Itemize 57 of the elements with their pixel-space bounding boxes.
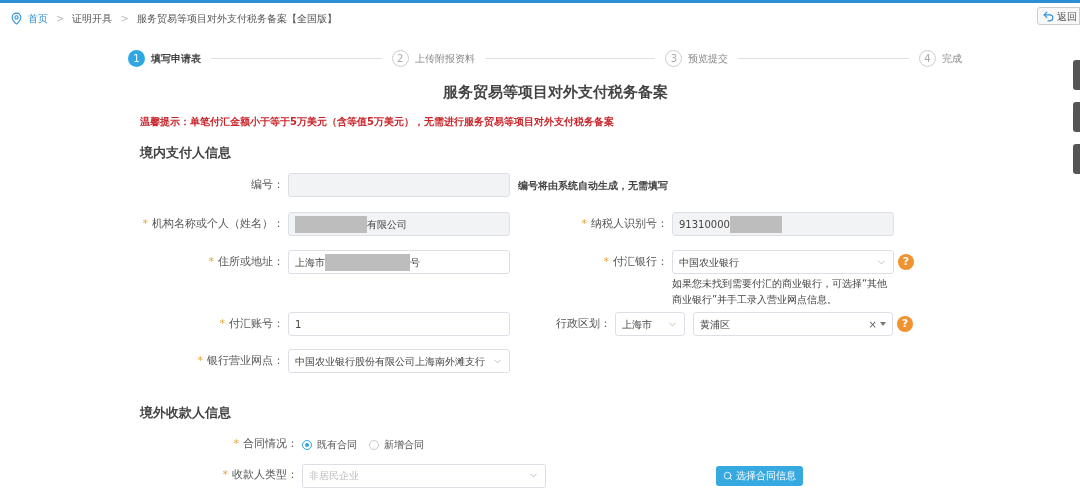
label-text: 机构名称或个人（姓名）： <box>152 216 284 230</box>
required-mark: * <box>222 468 228 482</box>
required-mark: * <box>603 254 609 268</box>
label-text: 付汇账号： <box>229 316 284 330</box>
field-value: 有限公司 <box>367 217 407 232</box>
step-label: 完成 <box>942 52 962 66</box>
radio-option[interactable]: 既有合同 <box>302 437 357 452</box>
step-label: 填写申请表 <box>151 52 201 66</box>
required-mark: * <box>208 254 214 268</box>
city-select[interactable]: 上海市 <box>615 312 685 336</box>
label-text: 收款人类型： <box>232 468 298 482</box>
bank-hint: 如果您未找到需要付汇的商业银行，可选择“其他商业银行”并手工录入营业网点信息。 <box>672 277 889 307</box>
field-value: 91310000 <box>679 217 730 232</box>
page-title: 服务贸易等项目对外支付税务备案 <box>441 82 669 103</box>
redaction-block <box>295 215 367 233</box>
side-tab[interactable] <box>1073 102 1080 132</box>
required-mark: * <box>142 216 148 230</box>
warning-text: 温馨提示：单笔付汇金额小于等于5万美元（含等值5万美元），无需进行服务贸易等项目对外支付税务备案 <box>140 114 614 129</box>
separator: > <box>120 11 129 26</box>
step-label: 预览提交 <box>688 52 729 66</box>
back-button[interactable]: 返回 <box>1037 7 1080 25</box>
label-text: 合同情况： <box>243 437 298 451</box>
step-number: 1 <box>128 50 145 67</box>
search-icon <box>723 470 733 481</box>
required-mark: * <box>197 353 203 367</box>
redaction-block <box>729 215 782 233</box>
breadcrumb-item: 证明开具 <box>72 11 113 26</box>
label-text: 行政区划： <box>556 316 611 330</box>
separator: > <box>56 11 65 26</box>
section-heading: 境外收款人信息 <box>140 404 231 422</box>
account-field[interactable]: 1 <box>288 312 510 336</box>
address-field[interactable]: 上海市 号 <box>288 250 510 274</box>
side-tab[interactable] <box>1073 144 1080 174</box>
radio-option[interactable]: 新增合同 <box>369 437 424 452</box>
required-mark: * <box>581 216 587 230</box>
bank-select[interactable]: 中国农业银行 <box>672 250 894 274</box>
location-icon <box>10 11 23 25</box>
label-text: 编号： <box>251 177 284 191</box>
field-value: 号 <box>410 255 420 270</box>
branch-select[interactable]: 中国农业银行股份有限公司上海南外滩支行 <box>288 349 510 373</box>
label-text: 付汇银行： <box>613 254 668 268</box>
clear-icon[interactable]: × <box>868 316 877 332</box>
label-text: 银行营业网点： <box>207 353 284 367</box>
breadcrumb-item[interactable]: 首页 <box>28 10 48 26</box>
section-heading: 境内支付人信息 <box>140 143 231 162</box>
district-select[interactable]: 黄浦区 × <box>693 312 893 336</box>
label-text: 住所或地址： <box>218 254 284 268</box>
step-label: 上传附报资料 <box>414 52 475 66</box>
side-tab[interactable] <box>1073 60 1080 90</box>
breadcrumb-item: 服务贸易等项目对外支付税务备案【全国版】 <box>136 11 337 26</box>
field-value: 上海市 <box>295 255 325 270</box>
label-text: 纳税人识别号： <box>591 216 668 230</box>
required-mark: * <box>219 316 225 330</box>
dropdown-triangle-icon <box>880 322 886 326</box>
serial-note: 编号将由系统自动生成，无需填写 <box>518 178 668 193</box>
required-mark: * <box>233 437 239 451</box>
back-icon <box>1042 9 1055 23</box>
